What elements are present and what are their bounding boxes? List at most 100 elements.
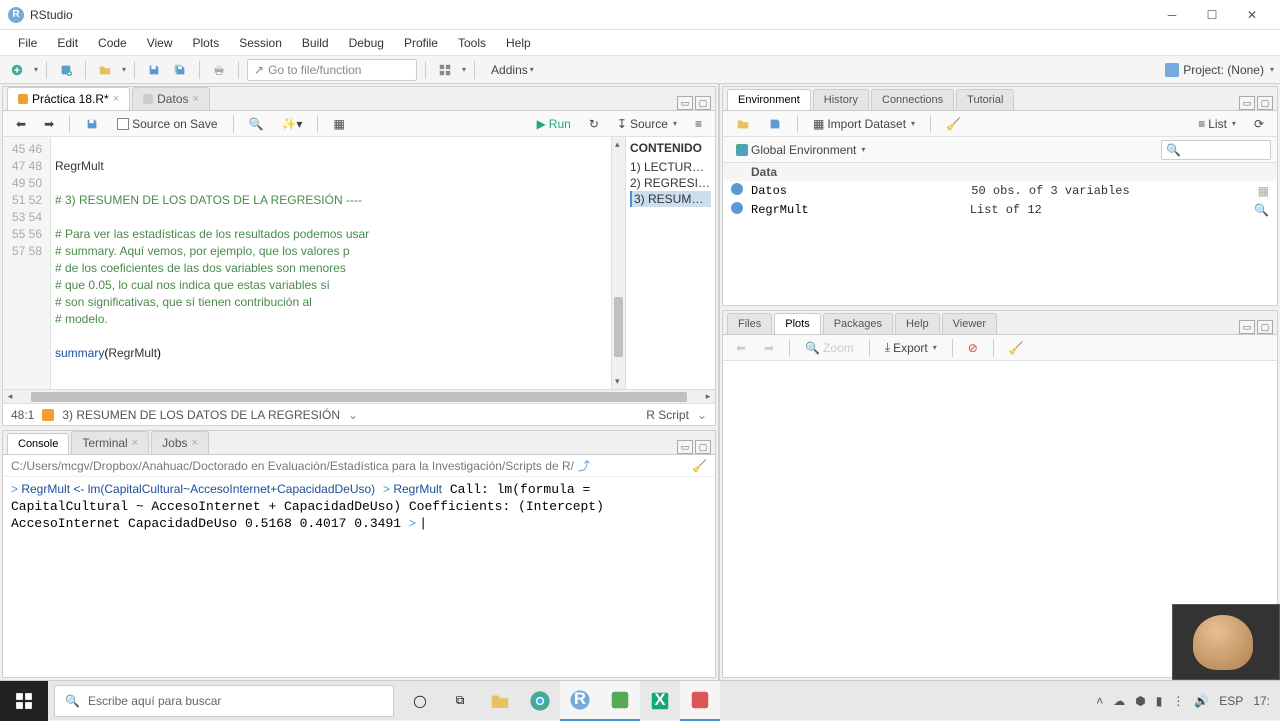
inspect-icon[interactable]: 🔍 xyxy=(1254,203,1269,217)
maximize-button[interactable]: ☐ xyxy=(1192,1,1232,29)
volume-icon[interactable]: 🔊 xyxy=(1194,694,1209,708)
print-button[interactable] xyxy=(208,59,230,81)
file-explorer-icon[interactable] xyxy=(480,681,520,721)
menu-tools[interactable]: Tools xyxy=(448,32,496,54)
save-workspace-button[interactable] xyxy=(761,114,789,134)
run-button[interactable]: ▶Run xyxy=(530,114,578,134)
refresh-env-button[interactable]: ⟳ xyxy=(1247,114,1271,134)
clear-console-icon[interactable]: 🧹 xyxy=(692,459,707,473)
code-editor[interactable]: 45 46 47 48 49 50 51 52 53 54 55 56 57 5… xyxy=(3,137,715,389)
remove-plot-button[interactable]: ⊘ xyxy=(961,338,985,358)
onedrive-icon[interactable]: ☁ xyxy=(1113,694,1125,708)
start-button[interactable] xyxy=(0,681,48,721)
menu-help[interactable]: Help xyxy=(496,32,541,54)
dropbox-icon[interactable]: ⬢ xyxy=(1135,694,1145,708)
close-icon[interactable]: × xyxy=(113,93,119,105)
tab-datos[interactable]: Datos× xyxy=(132,87,210,110)
back-button[interactable]: ⬅ xyxy=(9,114,33,134)
maximize-pane-icon[interactable]: ▢ xyxy=(695,440,711,454)
maximize-pane-icon[interactable]: ▢ xyxy=(1257,320,1273,334)
clear-env-button[interactable]: 🧹 xyxy=(939,114,968,134)
system-tray[interactable]: ˄ ☁ ⬢ ▮ ⋮ 🔊 ESP 17: xyxy=(1086,694,1280,708)
new-file-button[interactable] xyxy=(6,59,28,81)
close-button[interactable]: ✕ xyxy=(1232,1,1272,29)
language-mode[interactable]: R Script xyxy=(646,408,689,422)
menu-plots[interactable]: Plots xyxy=(183,32,230,54)
grid-button[interactable] xyxy=(434,59,456,81)
dropdown-caret-icon[interactable]: ▾ xyxy=(122,65,126,74)
list-view-button[interactable]: ≡List▾ xyxy=(1191,114,1243,134)
tab-history[interactable]: History xyxy=(813,89,869,110)
clock[interactable]: 17: xyxy=(1253,694,1270,708)
menu-code[interactable]: Code xyxy=(88,32,137,54)
task-view-icon[interactable]: ⧉ xyxy=(440,681,480,721)
tab-packages[interactable]: Packages xyxy=(823,313,893,334)
plot-next-button[interactable]: ➡ xyxy=(757,338,781,358)
console-output[interactable]: > RegrMult <- lm(CapitalCultural~AccesoI… xyxy=(3,477,715,677)
tab-viewer[interactable]: Viewer xyxy=(942,313,997,334)
new-project-button[interactable] xyxy=(55,59,77,81)
source-on-save-checkbox[interactable]: Source on Save xyxy=(110,114,224,134)
language-indicator[interactable]: ESP xyxy=(1219,694,1243,708)
save-button[interactable] xyxy=(143,59,165,81)
excel-icon[interactable]: X xyxy=(640,681,680,721)
minimize-button[interactable]: ─ xyxy=(1152,1,1192,29)
tab-tutorial[interactable]: Tutorial xyxy=(956,89,1014,110)
minimize-pane-icon[interactable]: ▭ xyxy=(677,440,693,454)
taskbar-search-input[interactable]: 🔍Escribe aquí para buscar xyxy=(54,685,394,717)
wifi-icon[interactable]: ⋮ xyxy=(1172,694,1184,708)
tab-environment[interactable]: Environment xyxy=(727,89,811,110)
open-file-button[interactable] xyxy=(94,59,116,81)
tab-plots[interactable]: Plots xyxy=(774,313,820,334)
minimize-pane-icon[interactable]: ▭ xyxy=(1239,96,1255,110)
path-link-icon[interactable]: ⤴ xyxy=(578,457,590,474)
tab-practica[interactable]: Práctica 18.R*× xyxy=(7,87,130,110)
addins-menu[interactable]: Addins▾ xyxy=(483,59,542,81)
plot-prev-button[interactable]: ⬅ xyxy=(729,338,753,358)
close-icon[interactable]: × xyxy=(193,93,199,105)
maximize-pane-icon[interactable]: ▢ xyxy=(695,96,711,110)
env-search-input[interactable]: 🔍 xyxy=(1161,140,1271,160)
maximize-pane-icon[interactable]: ▢ xyxy=(1257,96,1273,110)
goto-file-input[interactable]: ↗ Go to file/function xyxy=(247,59,417,81)
camtasia-icon[interactable] xyxy=(600,681,640,721)
project-menu[interactable]: Project: (None) ▾ xyxy=(1165,63,1274,77)
recorder-icon[interactable] xyxy=(680,681,720,721)
env-row-datos[interactable]: Datos 50 obs. of 3 variables ▦ xyxy=(723,181,1277,200)
save-source-button[interactable] xyxy=(78,114,106,134)
zoom-button[interactable]: 🔍Zoom xyxy=(798,338,861,358)
cortana-icon[interactable]: ◯ xyxy=(400,681,440,721)
outline-item-1[interactable]: 1) LECTURA… xyxy=(630,159,711,175)
editor-vscrollbar[interactable]: ▴▾ xyxy=(611,137,625,389)
tab-jobs[interactable]: Jobs× xyxy=(151,431,209,454)
chrome-icon[interactable] xyxy=(520,681,560,721)
tab-terminal[interactable]: Terminal× xyxy=(71,431,149,454)
section-crumb[interactable]: 3) RESUMEN DE LOS DATOS DE LA REGRESIÓN xyxy=(62,408,340,422)
rstudio-taskbar-icon[interactable]: R xyxy=(560,681,600,721)
find-button[interactable]: 🔍 xyxy=(242,114,271,134)
editor-hscrollbar[interactable]: ◂▸ xyxy=(3,389,715,403)
clear-plots-button[interactable]: 🧹 xyxy=(1002,338,1031,358)
tab-connections[interactable]: Connections xyxy=(871,89,954,110)
outline-toggle-button[interactable]: ≡ xyxy=(688,114,709,134)
minimize-pane-icon[interactable]: ▭ xyxy=(677,96,693,110)
import-dataset-button[interactable]: ▦Import Dataset▾ xyxy=(806,114,922,134)
view-table-icon[interactable]: ▦ xyxy=(1258,184,1269,198)
tab-help[interactable]: Help xyxy=(895,313,940,334)
wand-button[interactable]: ✨▾ xyxy=(274,114,309,134)
menu-file[interactable]: File xyxy=(8,32,47,54)
env-row-regrmult[interactable]: RegrMult List of 12 🔍 xyxy=(723,200,1277,219)
minimize-pane-icon[interactable]: ▭ xyxy=(1239,320,1255,334)
menu-edit[interactable]: Edit xyxy=(47,32,88,54)
export-button[interactable]: ⤓Export▾ xyxy=(878,337,944,358)
menu-debug[interactable]: Debug xyxy=(339,32,394,54)
dropdown-caret-icon[interactable]: ▾ xyxy=(34,65,38,74)
outline-item-3[interactable]: 3) RESUME… xyxy=(630,191,711,207)
load-workspace-button[interactable] xyxy=(729,114,757,134)
save-all-button[interactable] xyxy=(169,59,191,81)
dropdown-caret-icon[interactable]: ▾ xyxy=(462,65,466,74)
rerun-button[interactable]: ↻ xyxy=(582,114,606,134)
battery-icon[interactable]: ▮ xyxy=(1156,694,1163,708)
source-button[interactable]: ↧Source▾ xyxy=(610,114,684,134)
menu-build[interactable]: Build xyxy=(292,32,339,54)
